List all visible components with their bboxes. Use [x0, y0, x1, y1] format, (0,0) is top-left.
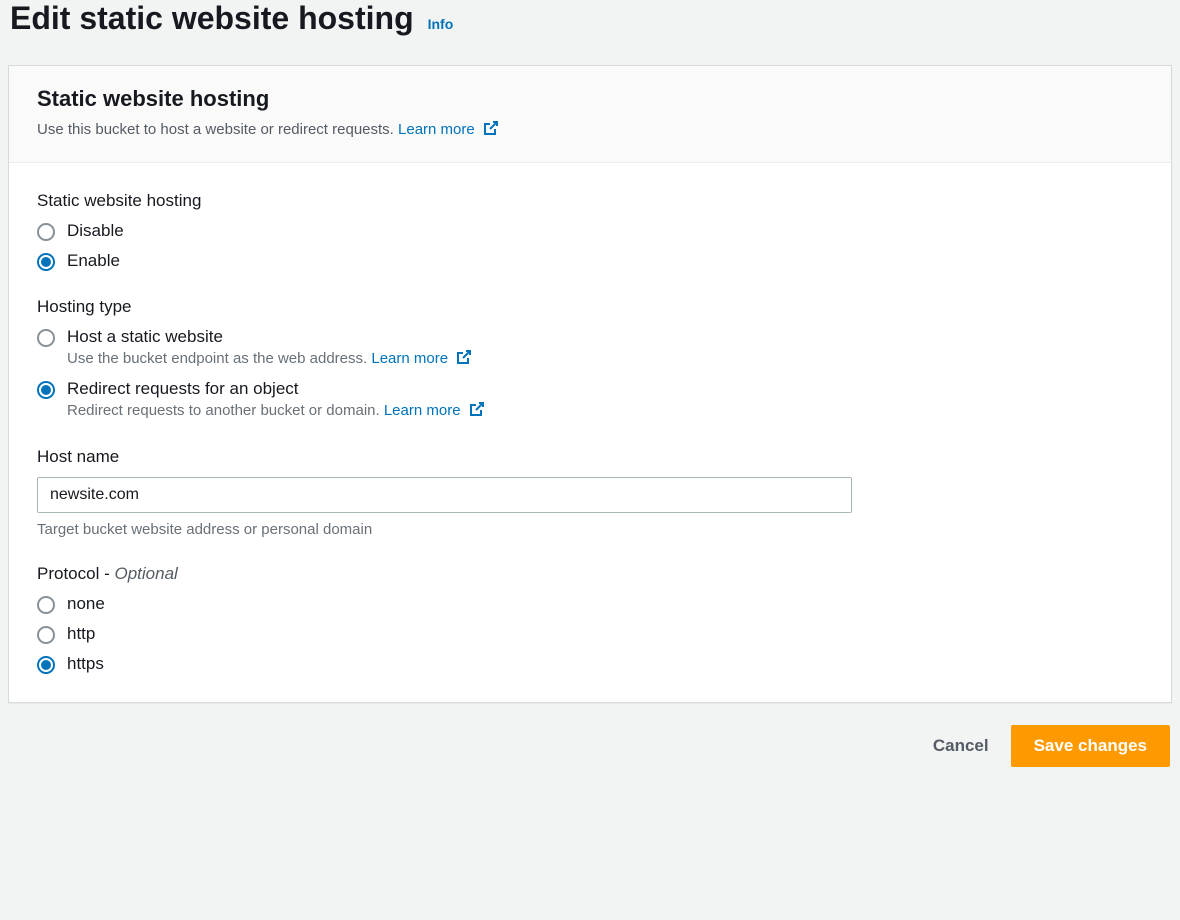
- radio-enable-circle: [37, 253, 55, 271]
- radio-protocol-http-label: http: [67, 624, 1143, 644]
- hosting-type-label: Hosting type: [37, 297, 1143, 317]
- info-link[interactable]: Info: [428, 16, 454, 32]
- radio-redirect[interactable]: Redirect requests for an object Redirect…: [37, 379, 1143, 421]
- external-link-icon: [469, 401, 485, 421]
- radio-host-static-label: Host a static website: [67, 327, 1143, 347]
- protocol-label-main: Protocol -: [37, 564, 114, 583]
- radio-host-static-desc-text: Use the bucket endpoint as the web addre…: [67, 350, 367, 367]
- learn-more-link[interactable]: Learn more: [398, 121, 499, 138]
- radio-redirect-desc-text: Redirect requests to another bucket or d…: [67, 402, 380, 419]
- cancel-button[interactable]: Cancel: [933, 736, 989, 756]
- radio-redirect-desc: Redirect requests to another bucket or d…: [67, 401, 1143, 421]
- learn-more-static[interactable]: Learn more: [371, 350, 472, 367]
- panel-title: Static website hosting: [37, 86, 1143, 112]
- external-link-icon: [456, 349, 472, 369]
- host-name-group: Host name Target bucket website address …: [37, 447, 1143, 538]
- radio-protocol-https-circle: [37, 656, 55, 674]
- learn-more-static-label: Learn more: [371, 350, 448, 367]
- static-hosting-panel: Static website hosting Use this bucket t…: [8, 65, 1172, 703]
- radio-host-static-desc: Use the bucket endpoint as the web addre…: [67, 349, 1143, 369]
- protocol-label-optional: Optional: [114, 564, 177, 583]
- radio-disable-circle: [37, 223, 55, 241]
- protocol-label: Protocol - Optional: [37, 564, 1143, 584]
- radio-enable[interactable]: Enable: [37, 251, 1143, 271]
- protocol-group: Protocol - Optional none http https: [37, 564, 1143, 674]
- radio-protocol-http[interactable]: http: [37, 624, 1143, 644]
- panel-header: Static website hosting Use this bucket t…: [9, 66, 1171, 163]
- radio-protocol-none-label: none: [67, 594, 1143, 614]
- save-button[interactable]: Save changes: [1011, 725, 1170, 767]
- radio-enable-label: Enable: [67, 251, 1143, 271]
- learn-more-redirect-label: Learn more: [384, 402, 461, 419]
- radio-redirect-circle: [37, 381, 55, 399]
- host-name-input[interactable]: [37, 477, 852, 513]
- host-name-hint: Target bucket website address or persona…: [37, 521, 1143, 538]
- radio-host-static-circle: [37, 329, 55, 347]
- radio-protocol-https-label: https: [67, 654, 1143, 674]
- panel-desc-text: Use this bucket to host a website or red…: [37, 121, 394, 138]
- learn-more-label: Learn more: [398, 121, 475, 138]
- radio-protocol-https[interactable]: https: [37, 654, 1143, 674]
- radio-protocol-http-circle: [37, 626, 55, 644]
- radio-disable-label: Disable: [67, 221, 1143, 241]
- hosting-toggle-label: Static website hosting: [37, 191, 1143, 211]
- panel-description: Use this bucket to host a website or red…: [37, 120, 1143, 140]
- external-link-icon: [483, 120, 499, 140]
- learn-more-redirect[interactable]: Learn more: [384, 402, 485, 419]
- page-title: Edit static website hosting: [10, 0, 414, 37]
- radio-host-static[interactable]: Host a static website Use the bucket end…: [37, 327, 1143, 369]
- radio-protocol-none-circle: [37, 596, 55, 614]
- radio-disable[interactable]: Disable: [37, 221, 1143, 241]
- radio-protocol-none[interactable]: none: [37, 594, 1143, 614]
- footer: Cancel Save changes: [0, 703, 1180, 767]
- hosting-type-group: Hosting type Host a static website Use t…: [37, 297, 1143, 421]
- host-name-label: Host name: [37, 447, 1143, 467]
- radio-redirect-label: Redirect requests for an object: [67, 379, 1143, 399]
- hosting-toggle-group: Static website hosting Disable Enable: [37, 191, 1143, 271]
